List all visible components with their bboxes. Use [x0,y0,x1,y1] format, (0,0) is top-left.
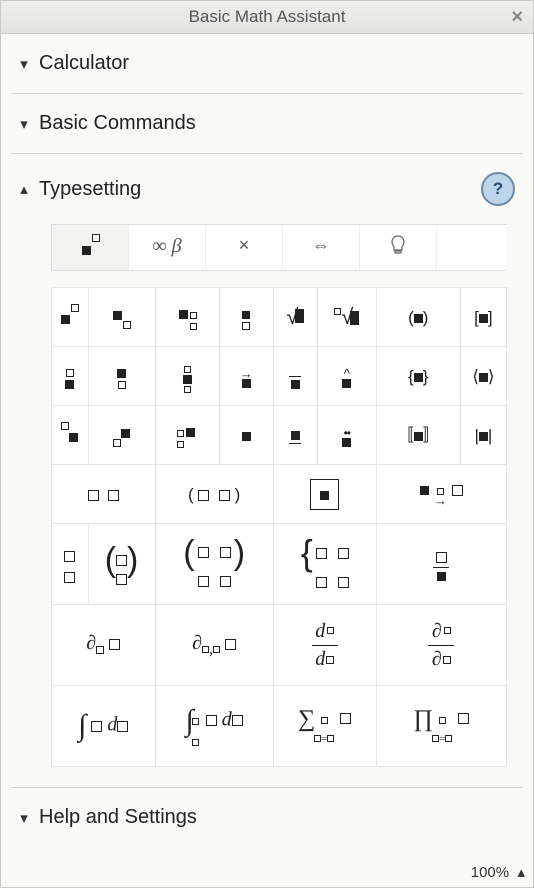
zoom-control[interactable]: 100% ▴ [471,863,525,881]
btn-over[interactable] [52,347,89,406]
btn-two-boxes[interactable] [52,465,156,524]
typesetting-tabs: ∞ β × ⇔ [51,224,507,271]
basic-commands-label: Basic Commands [39,112,196,135]
zoom-value: 100% [471,864,509,881]
btn-left-sub[interactable] [88,406,155,465]
btn-piecewise[interactable]: { [273,524,376,605]
typesetting-body: ∞ β × ⇔ √ √ () [] [11,224,523,787]
btn-left-super[interactable] [52,406,89,465]
tab-arrows[interactable]: ⇔ [283,225,360,270]
window-title: Basic Math Assistant [189,7,346,26]
typesetting-label: Typesetting [39,178,141,201]
typesetting-header[interactable]: ▴ Typesetting ? [11,154,523,224]
chevron-up-icon: ▴ [15,180,33,198]
help-icon[interactable]: ? [481,172,515,206]
chevron-down-icon: ▾ [15,809,33,827]
btn-paren-two[interactable]: ( ) [155,465,273,524]
btn-curly-braces[interactable]: {} [376,347,460,406]
btn-square-brackets[interactable]: [] [460,288,506,347]
chevron-down-icon: ▾ [15,115,33,133]
btn-abs-bars[interactable]: || [460,406,506,465]
btn-partial-single[interactable]: ∂ [52,605,156,686]
btn-partial-double[interactable]: ∂, [155,605,273,686]
btn-framed-box[interactable] [273,465,376,524]
btn-angle-brackets[interactable]: ⟨⟩ [460,347,506,406]
help-settings-header[interactable]: ▾ Help and Settings [11,788,523,847]
btn-product[interactable]: ∏= [376,686,506,767]
btn-fraction-box[interactable] [376,524,506,605]
btn-partial-fraction[interactable]: ∂∂ [376,605,506,686]
btn-double-square[interactable]: 〚〛 [376,406,460,465]
calculator-label: Calculator [39,52,129,75]
zoom-up-icon[interactable]: ▴ [517,864,525,881]
tab-times[interactable]: × [206,225,283,270]
section-basic-commands: ▾ Basic Commands [11,94,523,154]
btn-superscript[interactable] [52,288,89,347]
btn-parentheses[interactable]: () [376,288,460,347]
btn-labeled-arrow[interactable]: → [376,465,506,524]
btn-binomial[interactable]: () [88,524,155,605]
btn-integral[interactable]: ∫ d [52,686,156,767]
btn-sqrt[interactable]: √ [273,288,317,347]
tab-hints[interactable] [360,225,437,270]
window-titlebar: Basic Math Assistant × [1,1,533,34]
section-calculator: ▾ Calculator [11,34,523,94]
tab-symbols[interactable]: ∞ β [129,225,206,270]
btn-over-under2[interactable] [155,347,219,406]
section-typesetting: ▴ Typesetting ? ∞ β × ⇔ [11,154,523,788]
btn-underscript[interactable] [219,406,273,465]
btn-overbar[interactable] [273,347,317,406]
basic-commands-header[interactable]: ▾ Basic Commands [11,94,523,153]
btn-left-subsuper[interactable] [155,406,219,465]
template-grid: √ √ () [] → ^ {} ⟨⟩ [51,287,507,767]
calculator-header[interactable]: ▾ Calculator [11,34,523,93]
btn-double-dot[interactable]: •• [317,406,376,465]
btn-nth-root[interactable]: √ [317,288,376,347]
btn-hat[interactable]: ^ [317,347,376,406]
btn-vector-arrow[interactable]: → [219,347,273,406]
close-icon[interactable]: × [511,1,523,33]
tab-templates[interactable] [52,225,129,270]
btn-subscript[interactable] [88,288,155,347]
chevron-down-icon: ▾ [15,55,33,73]
btn-column-pair[interactable] [52,524,89,605]
btn-under[interactable] [88,347,155,406]
btn-underbar[interactable] [273,406,317,465]
help-settings-label: Help and Settings [39,806,197,829]
btn-dd-fraction[interactable]: dd [273,605,376,686]
btn-matrix-2x2[interactable]: ( ) [155,524,273,605]
btn-sum[interactable]: ∑= [273,686,376,767]
section-help-settings: ▾ Help and Settings [11,788,523,847]
btn-definite-integral[interactable]: ∫ d [155,686,273,767]
btn-over-under[interactable] [219,288,273,347]
btn-subsuperscript[interactable] [155,288,219,347]
